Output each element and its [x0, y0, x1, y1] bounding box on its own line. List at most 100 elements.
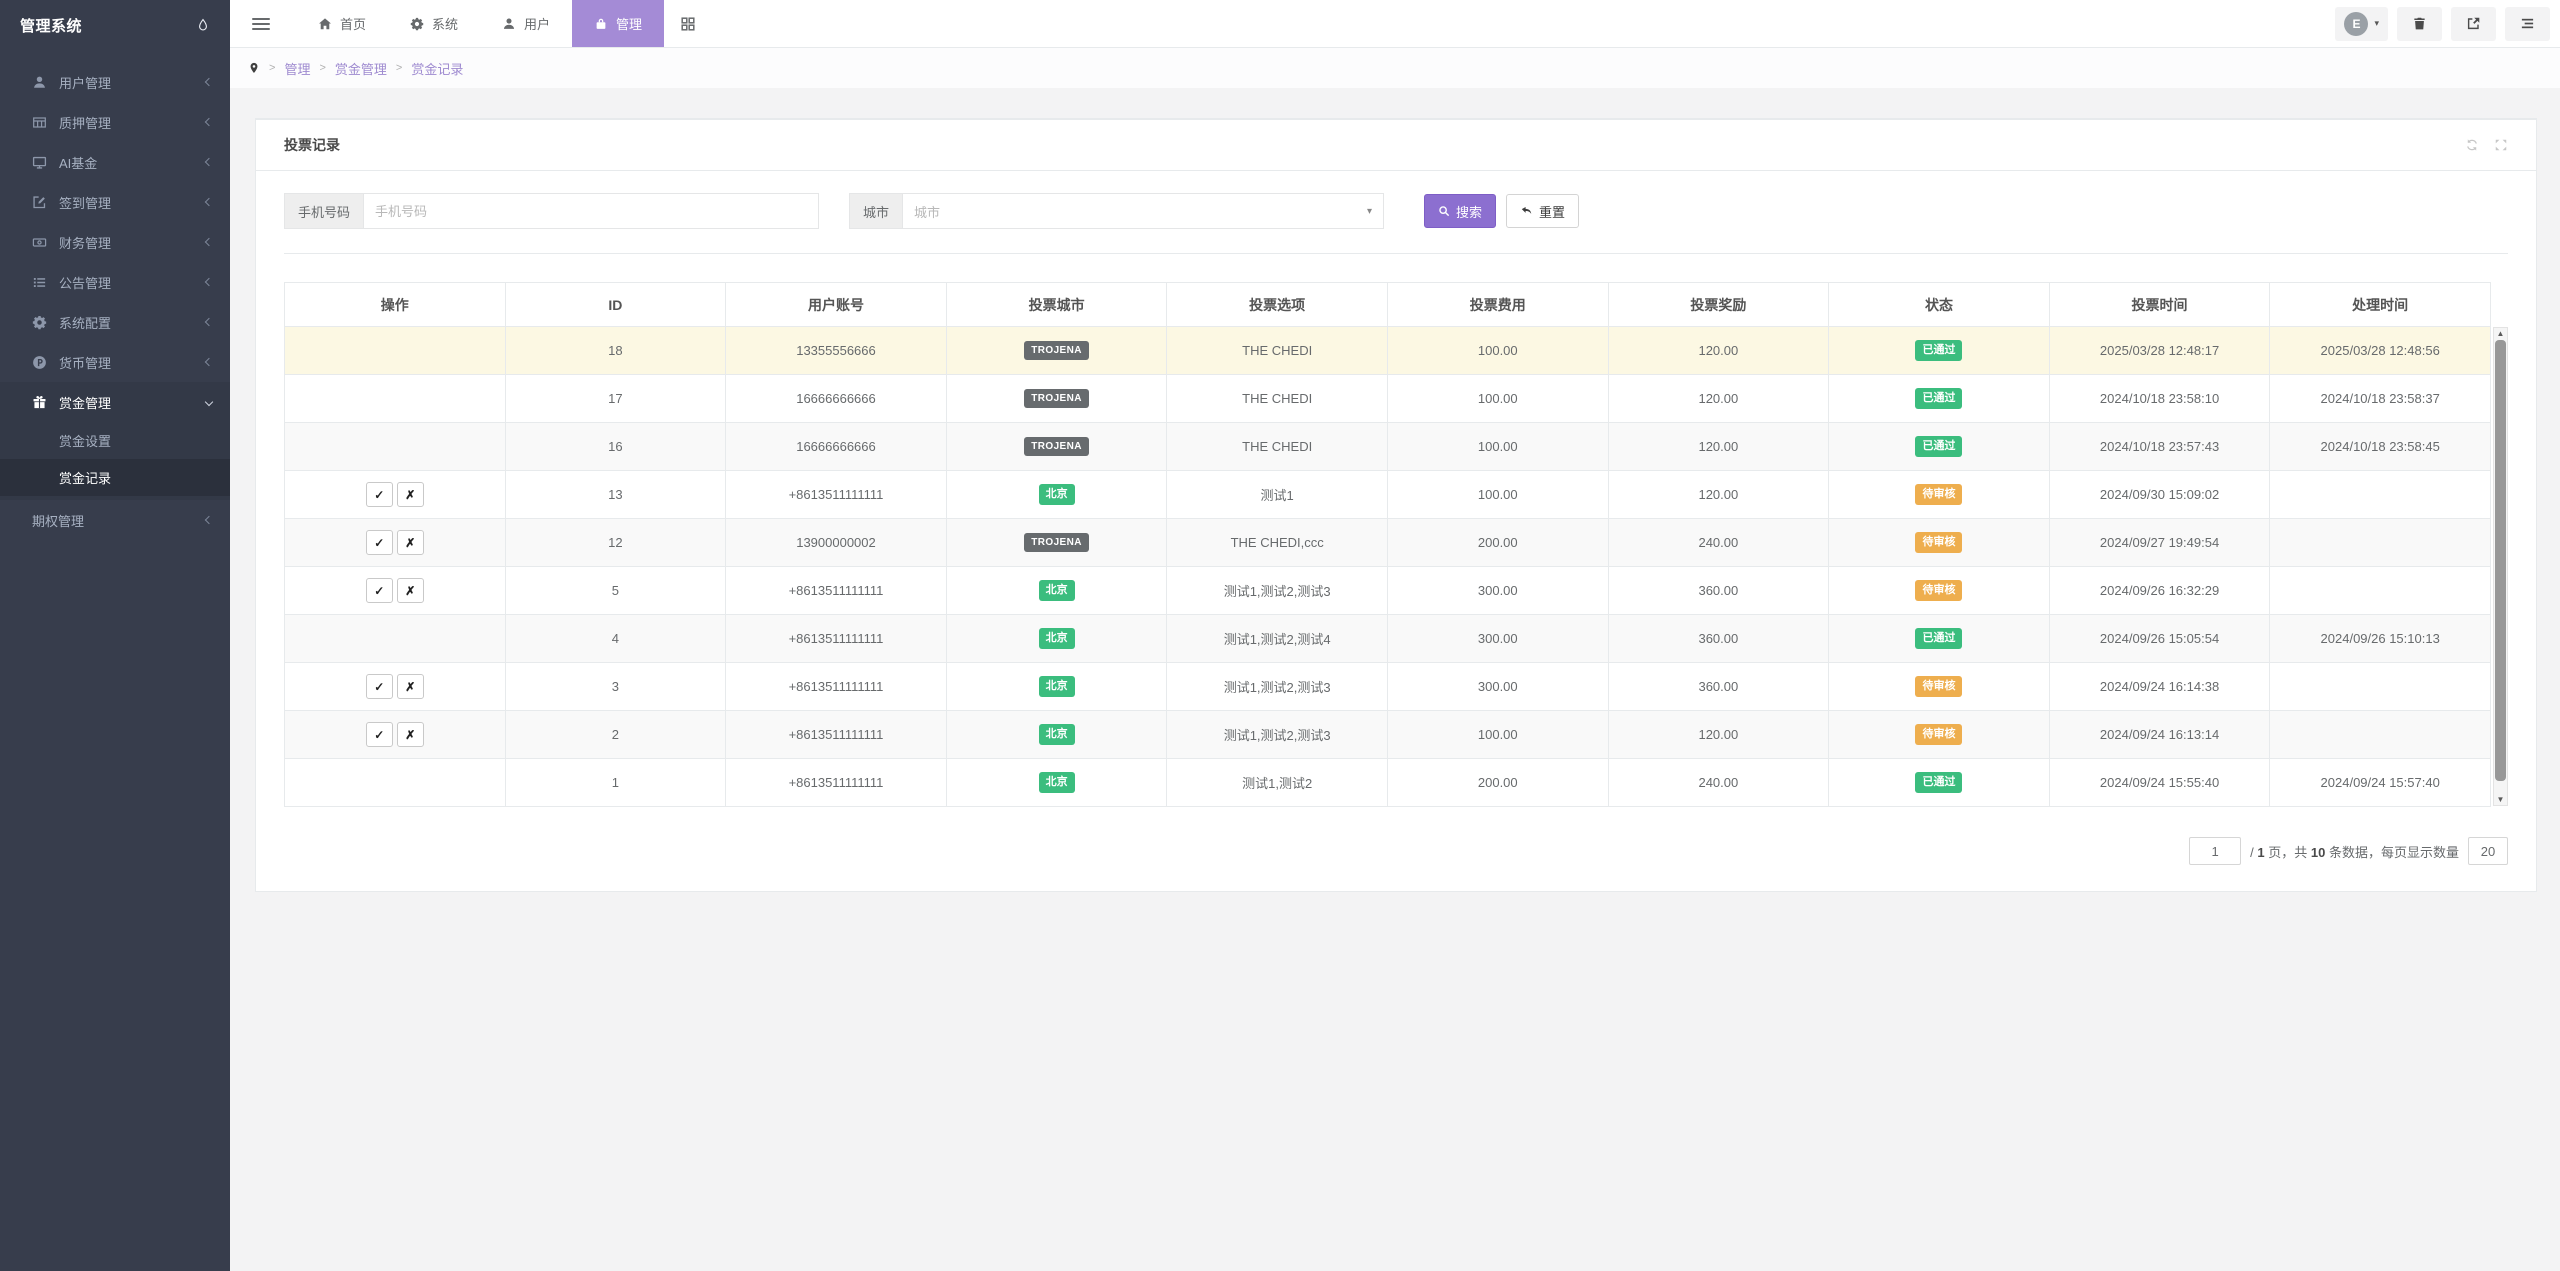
nav-tab-manage[interactable]: 管理 — [572, 0, 664, 47]
app-root: 管理系统 用户管理质押管理AI基金签到管理财务管理公告管理系统配置货币管理赏金管… — [0, 0, 2560, 1271]
cell-account: 13355556666 — [726, 327, 947, 375]
sidebar-item-label: 用户管理 — [59, 73, 206, 92]
user-icon — [32, 75, 48, 90]
right-panel-toggle-button[interactable] — [2505, 7, 2550, 41]
sidebar-item-label: 质押管理 — [59, 113, 206, 132]
cell-vote-time: 2024/10/18 23:57:43 — [2049, 423, 2270, 471]
scroll-up-icon[interactable]: ▲ — [2497, 329, 2505, 338]
sidebar-toggle-button[interactable] — [238, 0, 284, 47]
column-header: 投票费用 — [1387, 283, 1608, 327]
cell-status: 已通过 — [1829, 375, 2050, 423]
app-title: 管理系统 — [20, 15, 82, 36]
page-content: 投票记录 手机号码 城市 — [230, 88, 2560, 1271]
scrollbar-thumb[interactable] — [2495, 340, 2506, 781]
phone-input[interactable] — [363, 193, 819, 229]
menu-bars-icon — [2520, 16, 2535, 31]
sidebar-item-notice[interactable]: 公告管理 — [0, 262, 230, 302]
approve-button[interactable]: ✓ — [366, 578, 393, 603]
status-badge: 待审核 — [1915, 484, 1962, 504]
grid-icon — [680, 16, 696, 32]
reject-button[interactable]: ✗ — [397, 482, 424, 507]
scroll-down-icon[interactable]: ▼ — [2497, 795, 2505, 804]
cell-id: 2 — [505, 711, 726, 759]
table-row: 1+8613511111111北京测试1,测试2200.00240.00已通过2… — [285, 759, 2491, 807]
approve-button[interactable]: ✓ — [366, 482, 393, 507]
sidebar-item-label: 系统配置 — [59, 313, 206, 332]
droplet-icon — [196, 17, 210, 33]
city-badge: TROJENA — [1024, 341, 1089, 360]
chevron-left-icon — [205, 238, 213, 246]
city-select[interactable]: 城市 ▾ — [902, 193, 1384, 229]
nav-tab-user[interactable]: 用户 — [480, 0, 572, 47]
cell-actions: ✓✗ — [285, 519, 506, 567]
sidebar-item-system-config[interactable]: 系统配置 — [0, 302, 230, 342]
chevron-left-icon — [205, 318, 213, 326]
cell-vote-time: 2024/10/18 23:58:10 — [2049, 375, 2270, 423]
sidebar-item-checkin[interactable]: 签到管理 — [0, 182, 230, 222]
reject-button[interactable]: ✗ — [397, 674, 424, 699]
sidebar: 管理系统 用户管理质押管理 AI基金签到管理财务管理公告管理系统配置货币管理赏金管… — [0, 0, 230, 1271]
trash-button[interactable] — [2397, 7, 2442, 41]
user-menu-button[interactable]: E ▾ — [2335, 7, 2388, 41]
sidebar-item-label: 公告管理 — [59, 273, 206, 292]
page-size-input[interactable]: 20 — [2468, 837, 2508, 865]
cell-options: 测试1,测试2,测试3 — [1167, 663, 1388, 711]
reject-button[interactable]: ✗ — [397, 530, 424, 555]
sidebar-item-user[interactable]: 用户管理 — [0, 62, 230, 102]
pagination-summary: / 1 页，共 10 条数据，每页显示数量 — [2250, 842, 2459, 861]
cell-id: 12 — [505, 519, 726, 567]
cell-account: 13900000002 — [726, 519, 947, 567]
gears-icon — [32, 315, 48, 330]
search-button[interactable]: 搜索 — [1424, 194, 1496, 228]
table-header-row: 操作ID用户账号投票城市投票选项投票费用投票奖励状态投票时间处理时间 — [285, 283, 2491, 327]
breadcrumb-item[interactable]: 管理 — [284, 59, 310, 78]
filter-row: 手机号码 城市 城市 ▾ 搜索 — [284, 193, 2508, 229]
breadcrumb-item[interactable]: 赏金记录 — [411, 59, 463, 78]
sidebar-item-options[interactable]: 期权管理 — [0, 500, 230, 540]
status-badge: 待审核 — [1915, 580, 1962, 600]
sidebar-item-finance[interactable]: 财务管理 — [0, 222, 230, 262]
page-number-input[interactable]: 1 — [2189, 837, 2241, 865]
cell-city: 北京 — [946, 567, 1167, 615]
table-scrollbar[interactable]: ▲ ▼ — [2493, 327, 2508, 806]
column-header: 状态 — [1829, 283, 2050, 327]
breadcrumb-item[interactable]: 赏金管理 — [335, 59, 387, 78]
undo-icon — [1520, 205, 1533, 218]
refresh-icon[interactable] — [2465, 138, 2479, 152]
table-row: ✓✗13+8613511111111北京测试1100.00120.00待审核20… — [285, 471, 2491, 519]
nav-tab-modules[interactable] — [664, 0, 712, 47]
city-badge: 北京 — [1039, 772, 1075, 792]
sidebar-subitem-bounty-records[interactable]: 赏金记录 — [0, 459, 230, 496]
approve-button[interactable]: ✓ — [366, 530, 393, 555]
table-wrap: 操作ID用户账号投票城市投票选项投票费用投票奖励状态投票时间处理时间 18133… — [284, 282, 2508, 807]
cell-status: 待审核 — [1829, 519, 2050, 567]
reset-button[interactable]: 重置 — [1506, 194, 1579, 228]
cell-options: 测试1,测试2 — [1167, 759, 1388, 807]
reject-button[interactable]: ✗ — [397, 578, 424, 603]
cell-city: TROJENA — [946, 375, 1167, 423]
cell-account: +8613511111111 — [726, 663, 947, 711]
cell-vote-time: 2024/09/27 19:49:54 — [2049, 519, 2270, 567]
table-row: ✓✗2+8613511111111北京测试1,测试2,测试3100.00120.… — [285, 711, 2491, 759]
approve-button[interactable]: ✓ — [366, 722, 393, 747]
sidebar-subitem-bounty-settings[interactable]: 赏金设置 — [0, 422, 230, 459]
sidebar-group-notice: 公告管理 — [0, 262, 230, 302]
nav-tab-home[interactable]: 首页 — [296, 0, 388, 47]
breadcrumb: >管理>赏金管理>赏金记录 — [230, 48, 2560, 88]
cell-reward: 240.00 — [1608, 759, 1829, 807]
open-external-button[interactable] — [2451, 7, 2496, 41]
nav-tab-system[interactable]: 系统 — [388, 0, 480, 47]
sidebar-item-currency[interactable]: 货币管理 — [0, 342, 230, 382]
city-badge: 北京 — [1039, 580, 1075, 600]
cell-status: 待审核 — [1829, 471, 2050, 519]
sidebar-item-bounty[interactable]: 赏金管理 — [0, 382, 230, 422]
approve-button[interactable]: ✓ — [366, 674, 393, 699]
cell-city: TROJENA — [946, 423, 1167, 471]
sidebar-group-options: 期权管理 — [0, 500, 230, 540]
cell-fee: 100.00 — [1387, 471, 1608, 519]
chevron-left-icon — [205, 516, 213, 524]
sidebar-item-ai-fund[interactable]: AI基金 — [0, 142, 230, 182]
reject-button[interactable]: ✗ — [397, 722, 424, 747]
sidebar-item-pledge[interactable]: 质押管理 — [0, 102, 230, 142]
fullscreen-icon[interactable] — [2494, 138, 2508, 152]
